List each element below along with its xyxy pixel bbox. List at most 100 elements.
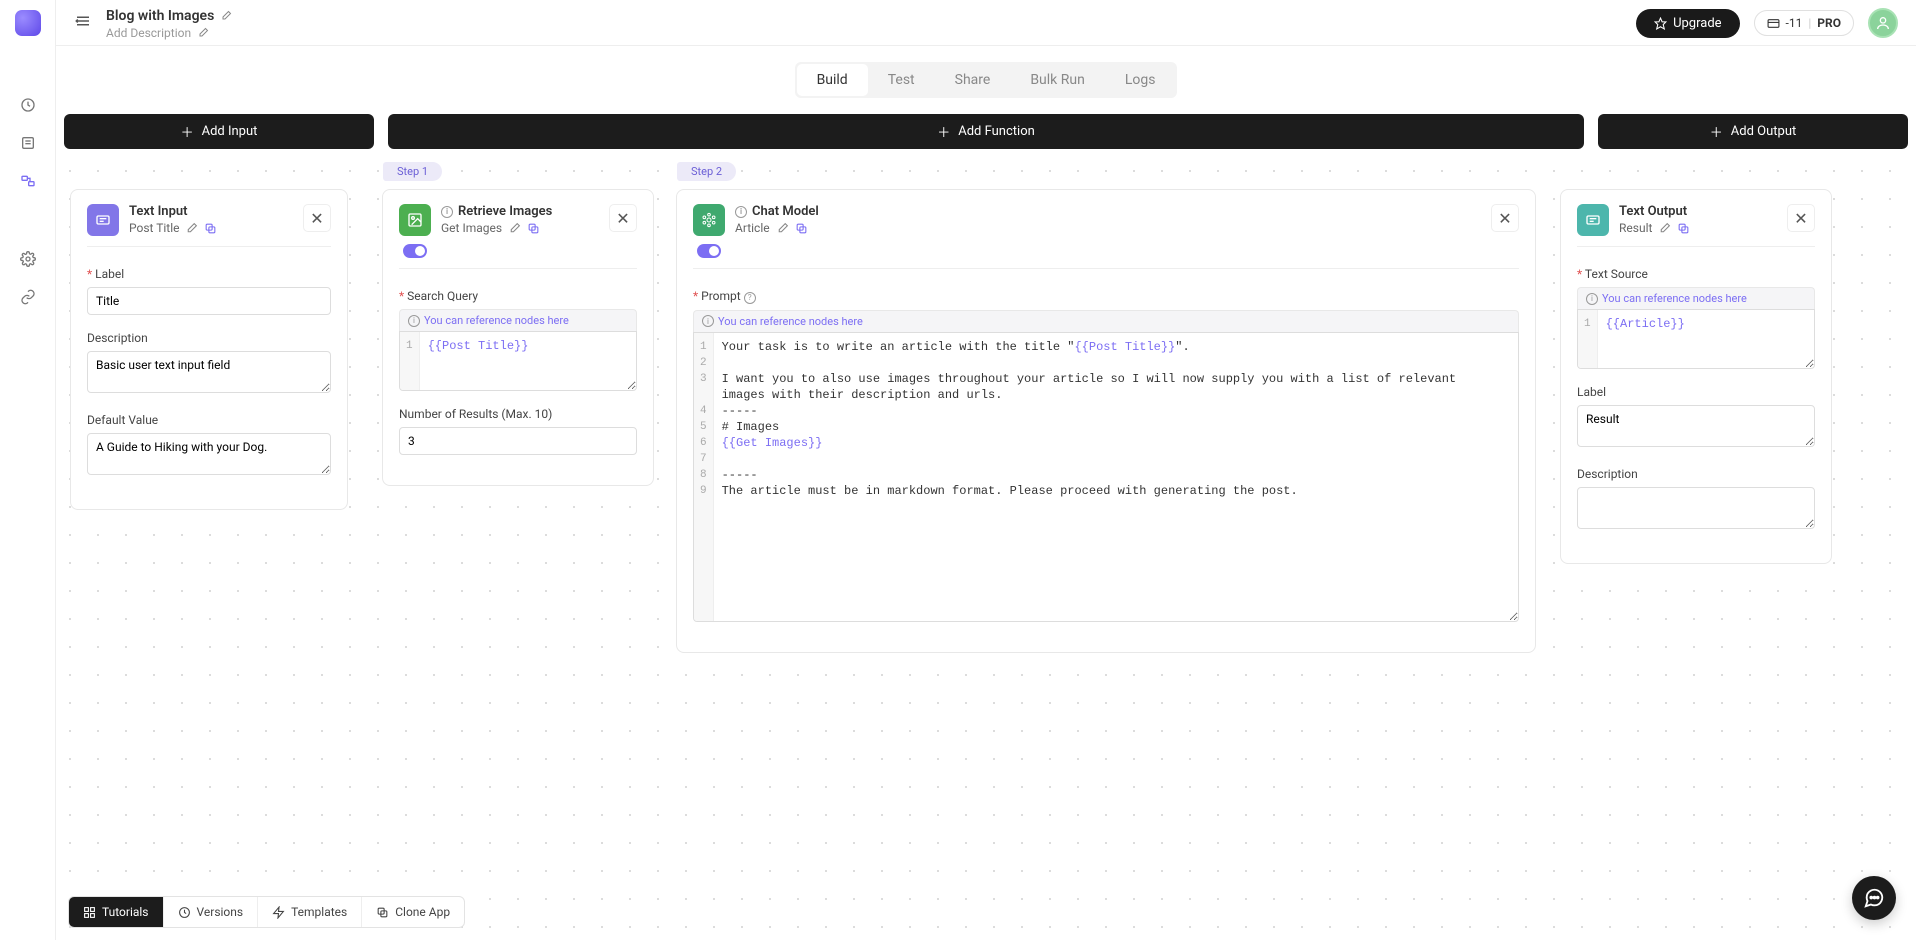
clone-app-button[interactable]: Clone App [362,897,464,927]
app-logo[interactable] [15,10,41,36]
close-button[interactable]: ✕ [609,204,637,232]
credits-value: -11 [1786,16,1803,30]
step-tag: Step 2 [677,162,736,181]
info-icon: i [702,315,714,327]
dashboard-icon[interactable] [19,96,37,114]
tab-share[interactable]: Share [935,64,1011,96]
add-input-button[interactable]: ＋ Add Input [64,114,374,149]
versions-button[interactable]: Versions [164,897,259,927]
edit-icon[interactable] [185,222,198,235]
edit-icon[interactable] [776,222,789,235]
search-query-input[interactable]: 1 {{Post Title}} [399,331,637,391]
project-title: Blog with Images [106,8,214,24]
step-tag: Step 1 [383,162,442,181]
num-results-label: Number of Results (Max. 10) [399,407,637,421]
copy-icon[interactable] [795,222,808,235]
plus-icon: ＋ [937,122,950,141]
menu-toggle-icon[interactable] [74,12,92,30]
card-name: Result [1619,221,1652,235]
label-label: Label [87,267,331,281]
upgrade-button[interactable]: Upgrade [1636,9,1739,38]
help-chat-button[interactable] [1852,876,1896,920]
copy-icon[interactable] [1677,222,1690,235]
credits-pill[interactable]: -11 | PRO [1754,10,1854,36]
default-value-input[interactable]: A Guide to Hiking with your Dog. [87,433,331,475]
chat-model-icon [693,204,725,236]
retrieve-images-card: Step 1 i Retrieve Images [382,189,654,486]
tab-test[interactable]: Test [868,64,935,96]
person-icon [1875,15,1891,31]
add-function-button[interactable]: ＋ Add Function [388,114,1584,149]
text-output-icon [1577,204,1609,236]
plan-label: PRO [1817,16,1841,30]
info-icon: i [1586,293,1598,305]
tabs-row: Build Test Share Bulk Run Logs [56,46,1916,114]
info-icon[interactable]: i [735,206,747,218]
list-icon[interactable] [19,134,37,152]
layout-icon [83,906,96,919]
card-type: Retrieve Images [458,204,552,219]
reference-hint: i You can reference nodes here [693,310,1519,332]
clone-icon [376,906,389,919]
enable-toggle[interactable] [403,244,427,258]
description-label: Description [87,331,331,345]
prompt-label: Prompt ? [693,289,1519,304]
image-icon [399,204,431,236]
builder-icon[interactable] [19,172,37,190]
plus-icon: ＋ [181,122,194,141]
star-icon [1654,17,1667,30]
user-avatar[interactable] [1868,8,1898,38]
text-source-input[interactable]: 1 {{Article}} [1577,309,1815,369]
copy-icon[interactable] [527,222,540,235]
edit-description-icon[interactable] [197,27,209,39]
info-icon[interactable]: i [441,206,453,218]
card-name: Get Images [441,221,502,235]
description-input[interactable] [1577,487,1815,529]
tab-build[interactable]: Build [797,64,868,96]
tab-bulk-run[interactable]: Bulk Run [1010,64,1105,96]
label-input[interactable]: Result [1577,405,1815,447]
card-icon [1767,17,1780,30]
num-results-input[interactable] [399,427,637,455]
left-rail [0,0,56,940]
edit-icon[interactable] [508,222,521,235]
close-button[interactable]: ✕ [1787,204,1815,232]
text-source-label: Text Source [1577,267,1815,281]
text-input-icon [87,204,119,236]
link-icon[interactable] [19,288,37,306]
tutorials-button[interactable]: Tutorials [69,897,164,927]
plus-icon: ＋ [1710,122,1723,141]
default-value-label: Default Value [87,413,331,427]
help-icon[interactable]: ? [744,292,756,304]
card-type: Chat Model [752,204,819,219]
header: Blog with Images Add Description Upgrade… [56,0,1916,46]
settings-icon[interactable] [19,250,37,268]
close-button[interactable]: ✕ [303,204,331,232]
text-input-card: Text Input Post Title ✕ Label [70,189,348,510]
edit-title-icon[interactable] [220,10,232,22]
description-label: Description [1577,467,1815,481]
add-description[interactable]: Add Description [106,26,191,40]
prompt-input[interactable]: 123456789 Your task is to write an artic… [693,332,1519,622]
history-icon [178,906,191,919]
templates-button[interactable]: Templates [258,897,362,927]
reference-hint: i You can reference nodes here [399,309,637,331]
text-output-card: Text Output Result ✕ Text Source [1560,189,1832,564]
enable-toggle[interactable] [697,244,721,258]
label-label: Label [1577,385,1815,399]
description-input[interactable]: Basic user text input field [87,351,331,393]
chat-icon [1863,887,1885,909]
label-input[interactable] [87,287,331,315]
card-type: Text Output [1619,204,1687,219]
bolt-icon [272,906,285,919]
card-name: Post Title [129,221,179,235]
chat-model-card: Step 2 i Chat Model Art [676,189,1536,653]
add-output-button[interactable]: ＋ Add Output [1598,114,1908,149]
edit-icon[interactable] [1658,222,1671,235]
card-type: Text Input [129,204,188,219]
copy-icon[interactable] [204,222,217,235]
close-button[interactable]: ✕ [1491,204,1519,232]
card-name: Article [735,221,770,235]
tab-logs[interactable]: Logs [1105,64,1176,96]
canvas[interactable]: Text Input Post Title ✕ Label [56,157,1916,940]
